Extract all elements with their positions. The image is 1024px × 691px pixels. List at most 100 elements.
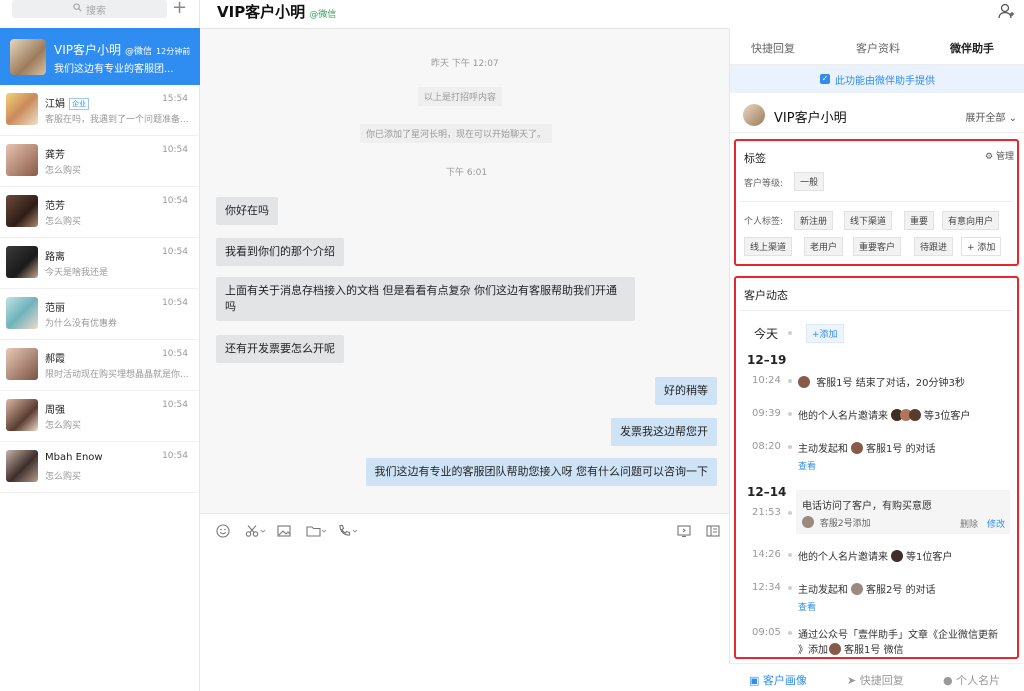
tab-assistant[interactable]: 微伴助手 [950,40,994,56]
event-prefix: 》添加 [798,645,828,656]
list-item[interactable]: 范丽 10:54 为什么没有优惠券 [0,289,200,340]
chat-title-name: VIP客户小明 [217,3,306,21]
message-preview: 我们这边有专业的客服团... [54,64,174,75]
list-item-active[interactable]: VIP客户小明 @微信 12分钟前 我们这边有专业的客服团... [0,28,200,85]
timeline-dot [788,586,792,590]
tag-chip[interactable]: 待跟进 [914,237,954,256]
list-item[interactable]: 江娟 企业 15:54 客服在吗，我遇到了一个问题准备... [0,85,200,136]
event-time: 09:05 [752,627,781,638]
message-bubble-sent: 我们这边有专业的客服团队帮助您接入呀 您有什么问题可以咨询一下 [365,458,717,486]
tab-personal-card[interactable]: ● 个人名片 [943,672,1000,688]
contact-name: 范芳 [45,201,65,212]
message-preview: 怎么购买 [45,421,82,431]
tag-chip[interactable]: 重要 [904,211,935,230]
avatar [798,376,810,388]
delete-button[interactable]: 删除 [960,517,978,530]
contact-name: 路离 [45,252,65,263]
search-placeholder: 搜索 [86,5,106,17]
contact-source: @微信 [125,47,153,57]
list-item[interactable]: 范芳 10:54 怎么购买 [0,187,200,238]
contact-time: 12分钟前 [156,47,191,56]
event-text: 他的个人名片邀请来 等1位客户 [798,548,952,563]
timeline-date: 12–14 [747,485,787,499]
message-preview: 为什么没有优惠券 [45,319,118,329]
event-time: 10:24 [752,375,781,386]
contact-time: 10:54 [162,400,188,410]
add-icon[interactable]: + [172,0,187,19]
add-event-button[interactable]: +添加 [806,324,844,343]
tag-chip[interactable]: 线下渠道 [844,211,893,230]
tag-chip[interactable]: 有意向用户 [942,211,1000,230]
message-bubble-sent: 发票我这边帮您开 [611,418,717,446]
contact-name: 郝霞 [45,354,65,365]
image-icon[interactable] [277,524,291,542]
tag-chip[interactable]: 线上渠道 [744,237,793,256]
user-icon: ● [943,674,953,687]
list-item[interactable]: Mbah Enow 10:54 怎么购买 [0,442,200,493]
manage-button[interactable]: ⚙ 管理 [985,149,1014,162]
tag-chip[interactable]: 重要客户 [853,237,902,256]
system-time: 昨天 下午 12:07 [431,59,499,69]
tab-customer-portrait[interactable]: ▣ 客户画像 [749,672,807,688]
event-text: 他的个人名片邀请来 等3位客户 [798,407,970,422]
view-link[interactable]: 查看 [798,600,816,613]
event-text: 主动发起和 客服1号 的对话 [798,440,936,455]
contact-time: 10:54 [162,451,188,461]
note-author-label: 客服2号添加 [819,519,871,529]
list-item[interactable]: 龚芳 10:54 怎么购买 [0,136,200,187]
expand-all-button[interactable]: 展开全部 ⌄ [965,109,1017,124]
timeline-dot [788,631,792,635]
avatar [6,93,38,125]
avatar [909,409,921,421]
avatar [6,450,38,482]
contact-name: 龚芳 [45,150,65,161]
folder-icon[interactable] [306,524,328,542]
tab-quick-reply-bottom[interactable]: ➤ 快捷回复 [847,672,904,688]
list-item[interactable]: 周强 10:54 怎么购买 [0,391,200,442]
message-preview: 客服在吗，我遇到了一个问题准备... [45,115,189,125]
note-author: 客服2号添加 [802,516,871,529]
tag-chip[interactable]: 新注册 [794,211,834,230]
list-item[interactable]: 郝霞 10:54 限时活动现在购买埋想晶晶就是你... [0,340,200,391]
message-bubble-received: 还有开发票要怎么开呢 [216,335,344,363]
system-time: 下午 6:01 [446,168,488,178]
edit-button[interactable]: 修改 [987,517,1005,530]
tags-title: 标签 [744,152,766,165]
event-prefix: 他的个人名片邀请来 [798,552,888,563]
avatar [743,104,765,126]
tag-chip[interactable]: 老用户 [804,237,844,256]
timeline-dot [788,412,792,416]
contact-time: 10:54 [162,145,188,155]
add-tag-button[interactable]: + 添加 [961,237,1002,256]
provider-banner: ✓ 此功能由微伴助手提供 [730,65,1024,93]
avatar [851,442,863,454]
tab-customer-info[interactable]: 客户资料 [856,40,900,56]
sidebar-toggle-icon[interactable] [706,524,720,542]
contact-name: 周强 [45,405,65,416]
manage-label: 管理 [995,152,1014,162]
note-text: 电话访问了客户，有购买意愿 [802,501,932,512]
contact-name: 江娟 [45,99,65,110]
system-notice: 你已添加了星河长明，现在可以开始聊天了。 [360,124,553,143]
emoji-icon[interactable] [216,524,230,542]
scissors-icon[interactable] [245,524,267,542]
view-link[interactable]: 查看 [798,459,816,472]
list-item[interactable]: 路离 10:54 今天是啥我还是 [0,238,200,289]
contact-time: 15:54 [162,94,188,104]
tab-quick-reply[interactable]: 快捷回复 [751,40,795,56]
chat-toolbar [200,513,729,691]
system-notice: 以上是打招呼内容 [418,87,503,106]
panel-bottom-tabs: ▣ 客户画像 ➤ 快捷回复 ● 个人名片 [729,663,1024,691]
event-text: 客服1号 结束了对话，20分钟3秒 [798,374,965,389]
level-chip[interactable]: 一般 [794,172,825,191]
message-bubble-received: 你好在吗 [216,197,278,225]
timeline-dot [788,511,792,515]
event-detail: 的对话 [905,585,936,596]
add-contact-icon[interactable] [997,2,1015,23]
send-icon: ➤ [847,674,857,687]
avatar [10,39,46,75]
search-input[interactable]: 搜索 [12,0,167,18]
avatar [6,144,38,176]
screen-icon[interactable] [677,524,691,542]
phone-icon[interactable] [337,524,359,542]
